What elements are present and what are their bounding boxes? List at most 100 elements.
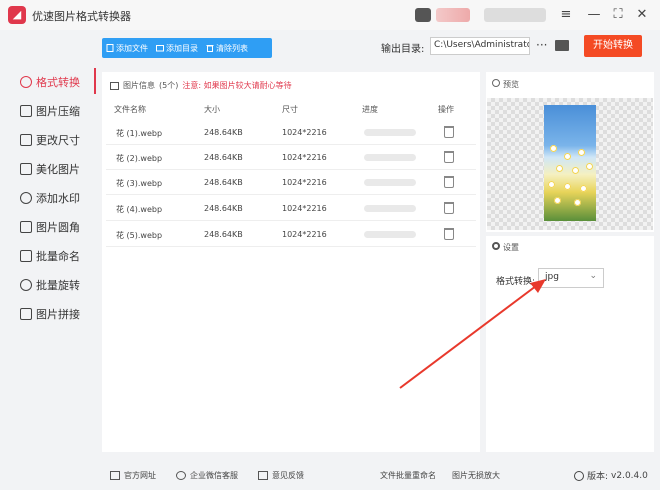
folder-icon [156,45,164,52]
sidebar-item-compress[interactable]: 图片压缩 [0,97,96,125]
user-badge-blurred[interactable] [484,8,546,22]
minimize-icon[interactable]: — [584,5,604,25]
file-list-panel: 图片信息 (5个) 注意: 如果图片较大请耐心等待 文件名称 大小 尺寸 进度 … [102,72,480,452]
format-label: 格式转换: [496,277,536,287]
user-avatar[interactable] [415,8,431,22]
close-icon[interactable]: ✕ [632,5,652,25]
file-dims: 1024*2216 [282,128,327,137]
add-folder-label: 添加目录 [166,43,198,53]
official-site-label: 官方网址 [124,471,156,480]
file-dims: 1024*2216 [282,204,327,213]
file-dims: 1024*2216 [282,153,327,162]
add-file-label: 添加文件 [116,43,148,53]
delete-icon[interactable] [444,176,454,188]
daisy-flower [554,197,561,204]
batch-rename-link[interactable]: 文件批量重命名 [380,470,436,481]
app-title: 优速图片格式转换器 [32,10,131,23]
column-header-size: 大小 [204,105,220,114]
column-header-dims: 尺寸 [282,105,298,114]
rename-icon [20,250,32,262]
sidebar-item-format-convert[interactable]: 格式转换 [0,68,96,96]
sidebar-item-rename[interactable]: 批量命名 [0,242,96,270]
add-folder-button[interactable]: 添加目录 [152,43,202,54]
start-convert-button[interactable]: 开始转换 [584,35,642,57]
convert-icon [20,76,32,88]
file-list-header: 图片信息 (5个) 注意: 如果图片较大请耐心等待 [110,80,292,91]
format-select[interactable]: jpg ⌄ [538,268,604,288]
file-dims: 1024*2216 [282,178,327,187]
version-label: 版本: [587,472,609,482]
sidebar-item-label: 美化图片 [36,163,80,176]
sidebar-item-label: 图片拼接 [36,308,80,321]
sidebar-item-label: 格式转换 [36,76,80,89]
file-list-title: 图片信息 [123,81,155,90]
batch-rename-label: 文件批量重命名 [380,471,436,480]
progress-bar [364,179,416,186]
preview-panel: 预览 [486,72,654,232]
gear-icon [492,242,500,250]
preview-title: 预览 [492,79,519,90]
output-dir-label: 输出目录: [381,44,425,55]
file-size: 248.64KB [204,204,243,213]
sidebar-item-label: 图片圆角 [36,221,80,234]
rounded-corner-icon [20,221,32,233]
maximize-icon[interactable]: ⛶ [608,5,628,25]
sidebar-item-label: 批量命名 [36,250,80,263]
sidebar-active-indicator [94,68,96,94]
delete-icon[interactable] [444,228,454,240]
preview-label: 预览 [503,80,519,89]
delete-icon[interactable] [444,202,454,214]
file-name: 花 (5).webp [116,231,163,240]
preview-icon [492,79,500,87]
file-name: 花 (4).webp [116,205,163,214]
sidebar: 格式转换 图片压缩 更改尺寸 美化图片 添加水印 图片圆角 批量命名 批量旋转 … [0,66,96,446]
feedback-link[interactable]: 意见反馈 [258,470,304,481]
open-folder-icon[interactable] [555,40,569,51]
output-dir-input[interactable]: C:\Users\Administrator\ [430,37,530,55]
refresh-icon[interactable] [574,470,584,481]
file-icon [106,44,114,52]
stitch-icon [20,308,32,320]
menu-icon[interactable]: ≡ [556,5,576,25]
more-options-button[interactable]: ··· [536,38,547,52]
wechat-icon [176,471,186,480]
delete-icon[interactable] [444,151,454,163]
sidebar-item-rotate[interactable]: 批量旋转 [0,271,96,299]
daisy-flower [564,183,571,190]
preview-canvas [487,98,653,230]
sidebar-item-watermark[interactable]: 添加水印 [0,184,96,212]
delete-icon[interactable] [444,126,454,138]
table-row[interactable]: 花 (5).webp 248.64KB 1024*2216 [106,223,476,247]
file-dims: 1024*2216 [282,230,327,239]
sidebar-item-resize[interactable]: 更改尺寸 [0,126,96,154]
table-row[interactable]: 花 (4).webp 248.64KB 1024*2216 [106,197,476,221]
table-row[interactable]: 花 (1).webp 248.64KB 1024*2216 [106,121,476,145]
sidebar-item-stitch[interactable]: 图片拼接 [0,300,96,328]
column-header-progress: 进度 [362,105,378,114]
official-site-link[interactable]: 官方网址 [110,470,156,481]
sidebar-item-rounded-corner[interactable]: 图片圆角 [0,213,96,241]
sidebar-item-beautify[interactable]: 美化图片 [0,155,96,183]
website-icon [110,471,120,480]
daisy-flower [556,165,563,172]
file-size: 248.64KB [204,230,243,239]
user-name-blurred [436,8,470,22]
clear-list-label: 清除列表 [216,43,248,53]
wechat-service-label: 企业微信客服 [190,471,238,480]
file-name: 花 (1).webp [116,129,163,138]
lossless-upscale-link[interactable]: 图片无损放大 [452,470,500,481]
lossless-upscale-label: 图片无损放大 [452,471,500,480]
table-row[interactable]: 花 (3).webp 248.64KB 1024*2216 [106,171,476,195]
column-header-name: 文件名称 [114,105,146,114]
wechat-service-link[interactable]: 企业微信客服 [176,470,238,481]
column-header-action: 操作 [438,105,454,114]
clear-list-button[interactable]: 清除列表 [202,43,252,54]
add-file-button[interactable]: 添加文件 [102,43,152,54]
resize-icon [20,134,32,146]
file-size: 248.64KB [204,128,243,137]
table-row[interactable]: 花 (2).webp 248.64KB 1024*2216 [106,146,476,170]
feedback-label: 意见反馈 [272,471,304,480]
file-size: 248.64KB [204,178,243,187]
file-name: 花 (2).webp [116,154,163,163]
file-count: (5个) [159,81,179,90]
